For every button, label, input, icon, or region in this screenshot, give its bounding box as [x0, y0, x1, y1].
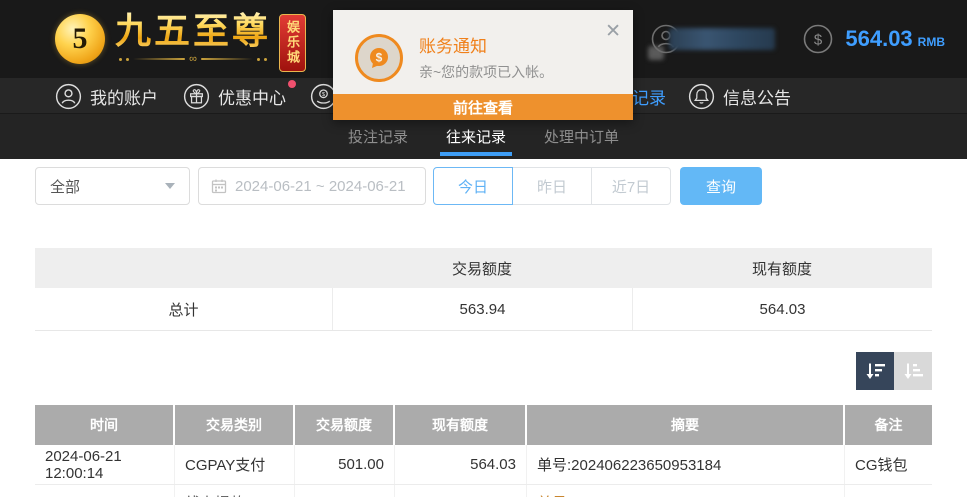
quick-filter-yesterday[interactable]: 昨日 — [512, 167, 592, 205]
quick-label: 近7日 — [612, 176, 650, 197]
sort-ascending-button[interactable] — [894, 352, 932, 390]
summary-total-row: 总计 563.94 564.03 — [35, 288, 932, 331]
cell-balance — [395, 485, 527, 497]
summary-header-row: 交易额度 现有额度 — [35, 248, 932, 288]
tab-label: 往来记录 — [446, 126, 506, 147]
table-row-partial: 线上提款 单号: — [35, 485, 932, 497]
nav-item-announcements[interactable]: 信息公告 — [688, 78, 791, 114]
records-header-amount: 交易额度 — [295, 405, 395, 445]
nav-label: 优惠中心 — [218, 84, 286, 109]
nav-item-my-account[interactable]: 我的账户 — [55, 78, 158, 114]
balance-display: 564.03 RMB — [845, 26, 945, 52]
emblem-numeral: 5 — [73, 22, 88, 56]
tab-bet-records[interactable]: 投注记录 — [346, 114, 410, 159]
summary-total-balance: 564.03 — [632, 288, 932, 330]
records-header-time: 时间 — [35, 405, 175, 445]
brand-logo[interactable]: 5 九五至尊 ∞ 娱乐城 — [55, 8, 306, 72]
transaction-type-select[interactable]: 全部 — [35, 167, 190, 205]
cell-time: 2024-06-21 12:00:14 — [35, 445, 175, 484]
sort-controls — [856, 352, 932, 390]
money-notification-icon: $ — [355, 34, 403, 82]
censored-username — [669, 28, 775, 50]
tab-label: 处理中订单 — [544, 126, 619, 147]
gift-icon — [183, 83, 210, 110]
cell-note: CG钱包 — [845, 445, 932, 484]
summary-total-transaction: 563.94 — [332, 288, 632, 330]
records-header-category: 交易类别 — [175, 405, 295, 445]
nav-label: 信息公告 — [723, 84, 791, 109]
summary-header-balance: 现有额度 — [632, 258, 932, 279]
records-header-note: 备注 — [845, 405, 932, 445]
cell-category: CGPAY支付 — [175, 445, 295, 484]
cell-amount: 501.00 — [295, 445, 395, 484]
brand-emblem-icon: 5 — [55, 14, 105, 64]
user-icon — [55, 83, 82, 110]
cell-summary: 单号:202406223650953184 — [527, 445, 845, 484]
brand-title: 九五至尊 — [115, 8, 271, 54]
go-view-button[interactable]: 前往查看 — [333, 94, 633, 120]
calendar-icon — [211, 178, 227, 194]
popup-message: 亲~您的款项已入帐。 — [419, 62, 553, 82]
quick-filter-last7days[interactable]: 近7日 — [591, 167, 671, 205]
balance-amount: 564.03 — [845, 26, 912, 52]
nav-label: 我的账户 — [90, 84, 158, 109]
chevron-down-icon — [165, 183, 175, 189]
cell-summary: 单号: — [527, 485, 845, 497]
sort-desc-icon — [864, 360, 886, 382]
brand-text-wrap: 九五至尊 ∞ — [115, 8, 271, 63]
notification-dot — [288, 80, 296, 88]
sort-descending-button[interactable] — [856, 352, 894, 390]
cell-amount — [295, 485, 395, 497]
records-header-row: 时间 交易类别 交易额度 现有额度 摘要 备注 — [35, 405, 932, 445]
close-icon[interactable]: ✕ — [605, 22, 621, 41]
balance-currency: RMB — [918, 35, 945, 49]
cell-category: 线上提款 — [175, 485, 295, 497]
brand-subtitle: 娱乐城 — [279, 14, 306, 72]
tab-pending-orders[interactable]: 处理中订单 — [542, 114, 621, 159]
tab-label: 投注记录 — [348, 126, 408, 147]
records-table: 时间 交易类别 交易额度 现有额度 摘要 备注 2024-06-21 12:00… — [35, 405, 932, 497]
dollar-circle-icon: $ — [803, 24, 833, 54]
select-value: 全部 — [50, 176, 80, 197]
summary-total-label: 总计 — [35, 288, 332, 330]
search-button[interactable]: 查询 — [680, 167, 762, 205]
sub-nav: 投注记录 往来记录 处理中订单 — [0, 114, 967, 159]
table-row: 2024-06-21 12:00:14 CGPAY支付 501.00 564.0… — [35, 445, 932, 485]
cell-note — [845, 485, 932, 497]
cell-balance: 564.03 — [395, 445, 527, 484]
svg-text:$: $ — [376, 51, 383, 65]
popup-title: 账务通知 — [419, 32, 487, 57]
page: 5 九五至尊 ∞ 娱乐城 $ — [0, 0, 967, 497]
quick-label: 今日 — [458, 176, 488, 197]
date-range-value: 2024-06-21 ~ 2024-06-21 — [235, 178, 406, 195]
tab-transaction-records[interactable]: 往来记录 — [444, 114, 508, 159]
summary-header-transaction: 交易额度 — [332, 258, 632, 279]
account-area: $ 564.03 RMB — [651, 0, 945, 78]
svg-text:$: $ — [814, 32, 823, 49]
active-tab-underline — [440, 152, 512, 156]
records-header-balance: 现有额度 — [395, 405, 527, 445]
notification-popup: $ 账务通知 亲~您的款项已入帐。 ✕ 前往查看 — [333, 10, 633, 120]
date-range-input[interactable]: 2024-06-21 ~ 2024-06-21 — [198, 167, 426, 205]
quick-filter-today[interactable]: 今日 — [433, 167, 513, 205]
nav-item-promotions[interactable]: 优惠中心 — [183, 78, 286, 114]
cell-time — [35, 485, 175, 497]
bell-icon — [688, 83, 715, 110]
records-header-summary: 摘要 — [527, 405, 845, 445]
quick-label: 昨日 — [537, 176, 567, 197]
logo-flourish: ∞ — [115, 55, 271, 63]
sort-asc-icon — [902, 360, 924, 382]
summary-table: 交易额度 现有额度 总计 563.94 564.03 — [35, 248, 932, 331]
